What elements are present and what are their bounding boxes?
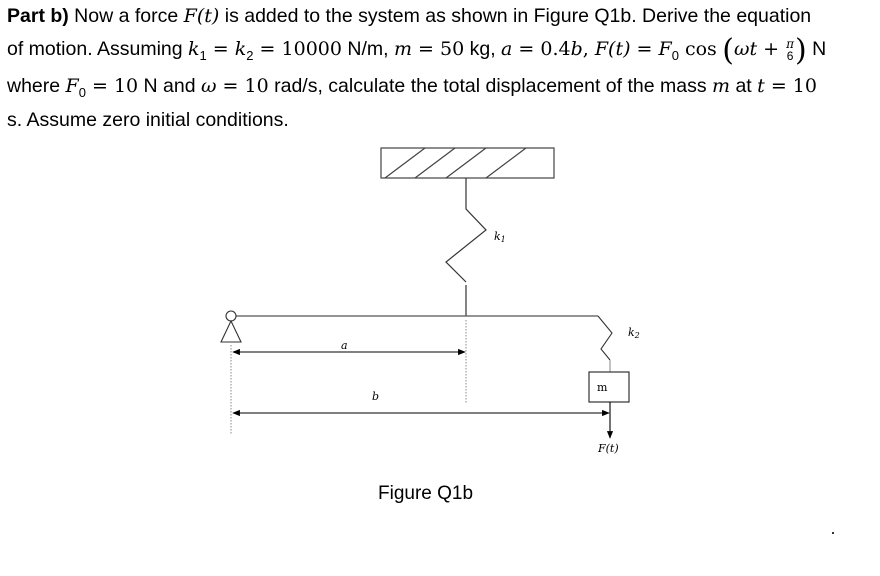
fixed-ceiling [380,147,555,179]
label-k1: k1 [494,230,506,244]
label-mass: m [597,381,608,394]
label-a: a [341,339,348,352]
label-force: F(t) [597,442,619,455]
spring-k2 [597,315,613,361]
label-k2: k2 [628,326,640,340]
spring-k1 [445,178,487,283]
label-b: b [372,390,379,403]
mass-block [588,371,630,403]
stray-mark [832,532,834,534]
figure-caption: Figure Q1b [378,483,474,504]
